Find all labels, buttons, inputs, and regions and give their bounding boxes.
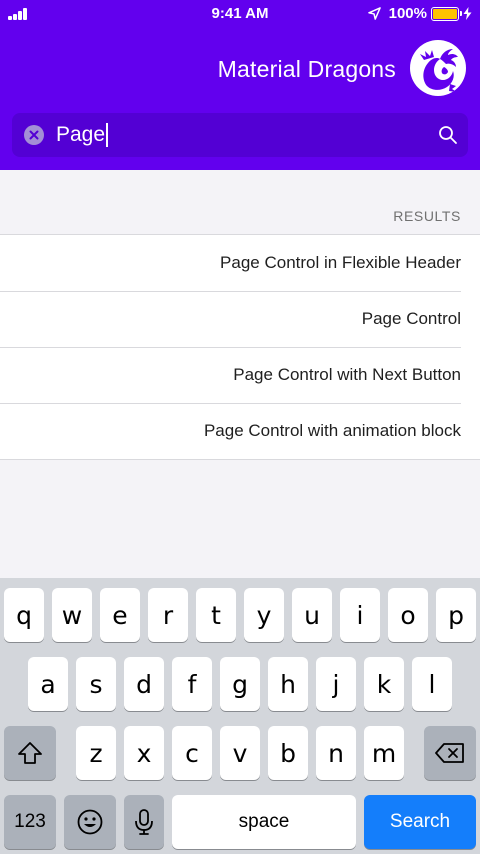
key-z[interactable]: z [76,726,116,780]
battery-level [433,8,457,19]
app-title: Material Dragons [217,56,396,82]
results-list: Page Control in Flexible Header Page Con… [0,234,480,460]
numbers-key[interactable]: 123 [4,795,56,849]
key-l[interactable]: l [412,657,452,711]
list-item[interactable]: Page Control with animation block [0,403,480,459]
app-header: 9:41 AM 100% Material Dragons Page [0,0,480,170]
microphone-icon [135,809,153,835]
search-input[interactable]: Page [56,120,109,150]
list-item[interactable]: Page Control with Next Button [0,347,480,403]
results-panel: RESULTS Page Control in Flexible Header … [0,170,480,578]
key-h[interactable]: h [268,657,308,711]
search-bar[interactable]: Page [12,113,468,157]
key-f[interactable]: f [172,657,212,711]
charging-bolt-icon [463,7,472,20]
search-query: Page [56,123,106,146]
list-item[interactable]: Page Control in Flexible Header [0,235,480,291]
key-w[interactable]: w [52,588,92,642]
status-bar: 9:41 AM 100% [0,0,480,28]
key-r[interactable]: r [148,588,188,642]
key-i[interactable]: i [340,588,380,642]
key-u[interactable]: u [292,588,332,642]
key-k[interactable]: k [364,657,404,711]
key-j[interactable]: j [316,657,356,711]
key-t[interactable]: t [196,588,236,642]
key-m[interactable]: m [364,726,404,780]
battery-icon [431,6,462,21]
key-b[interactable]: b [268,726,308,780]
shift-icon [18,742,42,764]
key-p[interactable]: p [436,588,476,642]
dictation-key[interactable] [124,795,164,849]
key-d[interactable]: d [124,657,164,711]
key-e[interactable]: e [100,588,140,642]
clear-icon [29,130,39,140]
dragon-logo-icon[interactable] [410,40,466,96]
key-g[interactable]: g [220,657,260,711]
backspace-key[interactable] [424,726,476,780]
shift-key[interactable] [4,726,56,780]
location-arrow-icon [367,7,381,20]
search-key[interactable]: Search [364,795,476,849]
key-o[interactable]: o [388,588,428,642]
clear-search-button[interactable] [24,125,44,145]
battery-percent: 100% [388,5,427,22]
key-x[interactable]: x [124,726,164,780]
key-v[interactable]: v [220,726,260,780]
status-right: 100% [367,5,472,22]
key-s[interactable]: s [76,657,116,711]
backspace-icon [435,743,464,763]
key-c[interactable]: c [172,726,212,780]
results-section-title: RESULTS [393,208,461,224]
keyboard: q w e r t y u i o p a s d f g h j k l z … [0,578,480,854]
space-key[interactable]: space [172,795,356,849]
emoji-key[interactable] [64,795,116,849]
key-a[interactable]: a [28,657,68,711]
key-n[interactable]: n [316,726,356,780]
list-item[interactable]: Page Control [0,291,480,347]
text-caret [106,123,109,147]
search-icon[interactable] [438,125,458,145]
emoji-icon [77,809,103,835]
key-y[interactable]: y [244,588,284,642]
key-q[interactable]: q [4,588,44,642]
